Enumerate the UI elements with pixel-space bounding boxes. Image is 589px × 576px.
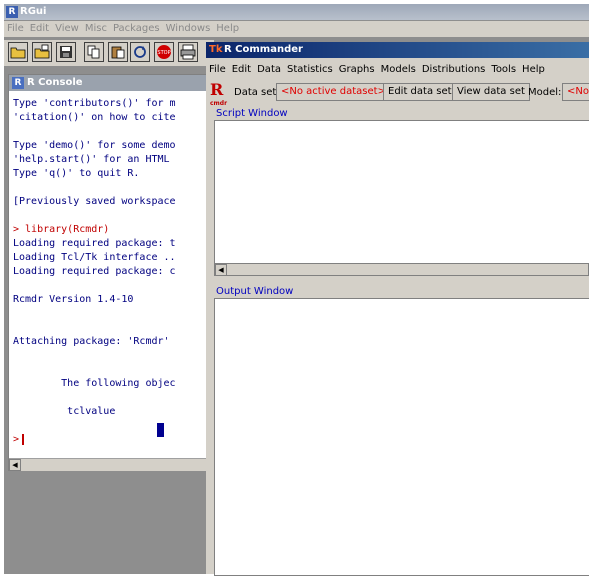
menu-view[interactable]: View bbox=[52, 21, 82, 36]
rcmdr-menu-help[interactable]: Help bbox=[519, 62, 548, 77]
edit-dataset-button[interactable]: Edit data set bbox=[383, 83, 457, 101]
rcmdr-menu-distributions[interactable]: Distributions bbox=[419, 62, 489, 77]
rcmdr-menu-tools[interactable]: Tools bbox=[488, 62, 519, 77]
text-cursor bbox=[157, 423, 164, 437]
scroll-left-icon[interactable]: ◀ bbox=[215, 264, 227, 276]
console-line: 'help.start()' for an HTML bbox=[13, 154, 170, 165]
console-line: Type 'q()' to quit R. bbox=[13, 168, 140, 179]
rcmdr-logo: R cmdr bbox=[210, 82, 230, 108]
rcmdr-menu-statistics[interactable]: Statistics bbox=[284, 62, 336, 77]
refresh-icon[interactable] bbox=[130, 42, 150, 62]
rcommander-menubar: File Edit Data Statistics Graphs Models Distri… bbox=[206, 62, 589, 78]
rgui-title: RGui bbox=[20, 6, 47, 17]
r-console-titlebar[interactable]: R R Console bbox=[9, 75, 211, 91]
rcmdr-menu-edit[interactable]: Edit bbox=[229, 62, 254, 77]
rcmdr-menu-models[interactable]: Models bbox=[378, 62, 419, 77]
menu-file[interactable]: File bbox=[4, 21, 27, 36]
menu-misc[interactable]: Misc bbox=[82, 21, 110, 36]
model-label: Model: bbox=[528, 87, 562, 98]
r-console-title: R Console bbox=[27, 77, 83, 88]
load-workspace-icon[interactable] bbox=[32, 42, 52, 62]
script-window-label: Script Window bbox=[216, 108, 288, 119]
rcommander-window: Tk R Commander File Edit Data Statistics Gra… bbox=[206, 42, 589, 576]
active-model-button[interactable]: <No a bbox=[562, 83, 589, 101]
r-logo-icon: R bbox=[12, 77, 24, 89]
rcmdr-menu-graphs[interactable]: Graphs bbox=[336, 62, 378, 77]
script-horizontal-scrollbar[interactable]: ◀ bbox=[214, 263, 589, 276]
tk-icon: Tk bbox=[209, 44, 223, 55]
console-line: [Previously saved workspace bbox=[13, 196, 176, 207]
svg-text:STOP: STOP bbox=[157, 50, 170, 56]
console-line: Type 'demo()' for some demo bbox=[13, 140, 176, 151]
rgui-titlebar[interactable]: R RGui bbox=[4, 4, 589, 20]
console-line: Loading Tcl/Tk interface .. bbox=[13, 252, 176, 263]
output-window-textarea[interactable] bbox=[214, 298, 589, 576]
rcmdr-menu-data[interactable]: Data bbox=[254, 62, 284, 77]
console-line: Type 'contributors()' for m bbox=[13, 98, 176, 109]
menu-edit[interactable]: Edit bbox=[27, 21, 52, 36]
active-dataset-button[interactable]: <No active dataset> bbox=[276, 83, 391, 101]
menu-packages[interactable]: Packages bbox=[110, 21, 163, 36]
view-dataset-button[interactable]: View data set bbox=[452, 83, 530, 101]
prompt-caret bbox=[22, 433, 25, 445]
rgui-toolbar: STOP bbox=[4, 40, 214, 66]
console-line: Rcmdr Version 1.4-10 bbox=[13, 294, 134, 305]
copy-icon[interactable] bbox=[84, 42, 104, 62]
console-line: The following objec bbox=[13, 378, 176, 389]
print-icon[interactable] bbox=[178, 42, 198, 62]
dataset-label: Data set: bbox=[234, 87, 280, 98]
r-logo-icon: R bbox=[6, 6, 18, 18]
rcmdr-menu-file[interactable]: File bbox=[206, 62, 229, 77]
rcommander-toolbar: R cmdr Data set: <No active dataset> Edi… bbox=[206, 80, 589, 108]
console-horizontal-scrollbar[interactable]: ◀ bbox=[9, 458, 211, 471]
console-line: > bbox=[13, 433, 209, 447]
open-folder-icon[interactable] bbox=[8, 42, 28, 62]
console-output[interactable]: Type 'contributors()' for m 'citation()' … bbox=[13, 97, 209, 447]
paste-icon[interactable] bbox=[108, 42, 128, 62]
r-console-window[interactable]: R R Console Type 'contributors()' for m '… bbox=[8, 74, 212, 471]
rgui-menubar: File Edit View Misc Packages Windows Help bbox=[4, 21, 589, 37]
stop-icon[interactable]: STOP bbox=[154, 42, 174, 62]
script-window-textarea[interactable] bbox=[214, 120, 589, 265]
scroll-left-icon[interactable]: ◀ bbox=[9, 459, 21, 471]
rcommander-titlebar[interactable]: Tk R Commander bbox=[206, 42, 589, 58]
console-line: Attaching package: 'Rcmdr' bbox=[13, 336, 170, 347]
output-window-label: Output Window bbox=[216, 286, 294, 297]
console-line: Loading required package: t bbox=[13, 238, 176, 249]
console-line: 'citation()' on how to cite bbox=[13, 112, 176, 123]
menu-help[interactable]: Help bbox=[213, 21, 242, 36]
save-icon[interactable] bbox=[56, 42, 76, 62]
rcommander-title: R Commander bbox=[224, 44, 303, 55]
console-line: > library(Rcmdr) bbox=[13, 224, 110, 235]
console-line: tclvalue bbox=[13, 406, 116, 417]
menu-windows[interactable]: Windows bbox=[163, 21, 214, 36]
console-line: Loading required package: c bbox=[13, 266, 176, 277]
